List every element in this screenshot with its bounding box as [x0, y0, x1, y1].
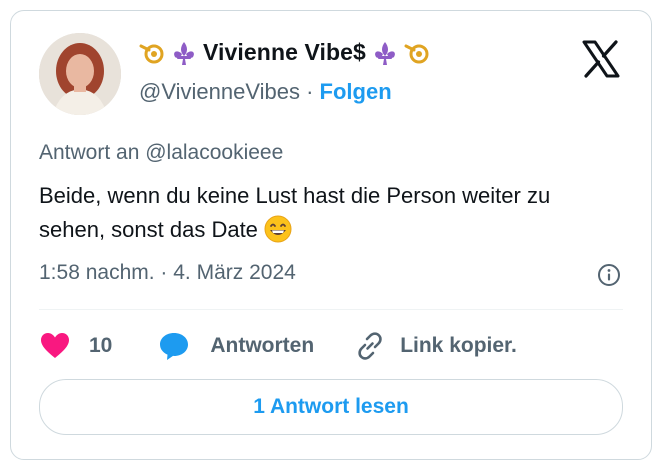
reply-label: Antworten: [210, 334, 315, 357]
copy-link-label: Link kopier.: [400, 334, 517, 357]
tweet-card: Vivienne Vibe$ @VivienneVibes · Folgen A…: [10, 10, 652, 460]
like-count: 10: [89, 334, 113, 357]
reply-button[interactable]: Antworten: [158, 330, 314, 362]
copy-link-button[interactable]: Link kopier.: [354, 330, 517, 362]
like-button[interactable]: 10: [39, 330, 112, 362]
reply-to-label[interactable]: Antwort an @lalacookieee: [39, 141, 283, 165]
link-icon: [358, 332, 382, 360]
info-icon[interactable]: [597, 263, 621, 287]
divider: [39, 309, 623, 310]
separator-dot: ·: [306, 79, 314, 104]
author-handle[interactable]: @VivienneVibes: [139, 79, 300, 104]
handle-row: @VivienneVibes · Folgen: [139, 79, 392, 105]
author-display-name[interactable]: Vivienne Vibe$: [203, 39, 366, 66]
fleur-de-lis-icon: [375, 41, 395, 65]
post-horn-icon: [404, 44, 429, 63]
tweet-timestamp[interactable]: 1:58 nachm. · 4. März 2024: [39, 261, 296, 285]
follow-button[interactable]: Folgen: [320, 79, 392, 104]
heart-icon: [41, 333, 69, 358]
grinning-face-icon: [264, 215, 292, 243]
action-bar: 10 Antworten Link kopier.: [39, 329, 517, 363]
tweet-text-body: Beide, wenn du keine Lust hast die Perso…: [39, 183, 551, 242]
speech-bubble-icon: [160, 333, 189, 360]
tweet-text: Beide, wenn du keine Lust hast die Perso…: [39, 179, 619, 247]
read-replies-button[interactable]: 1 Antwort lesen: [39, 379, 623, 435]
author-name-row: Vivienne Vibe$: [139, 39, 430, 66]
x-logo-icon[interactable]: [581, 39, 621, 79]
avatar[interactable]: [39, 33, 121, 115]
fleur-de-lis-icon: [174, 41, 194, 65]
post-horn-icon: [139, 44, 164, 63]
